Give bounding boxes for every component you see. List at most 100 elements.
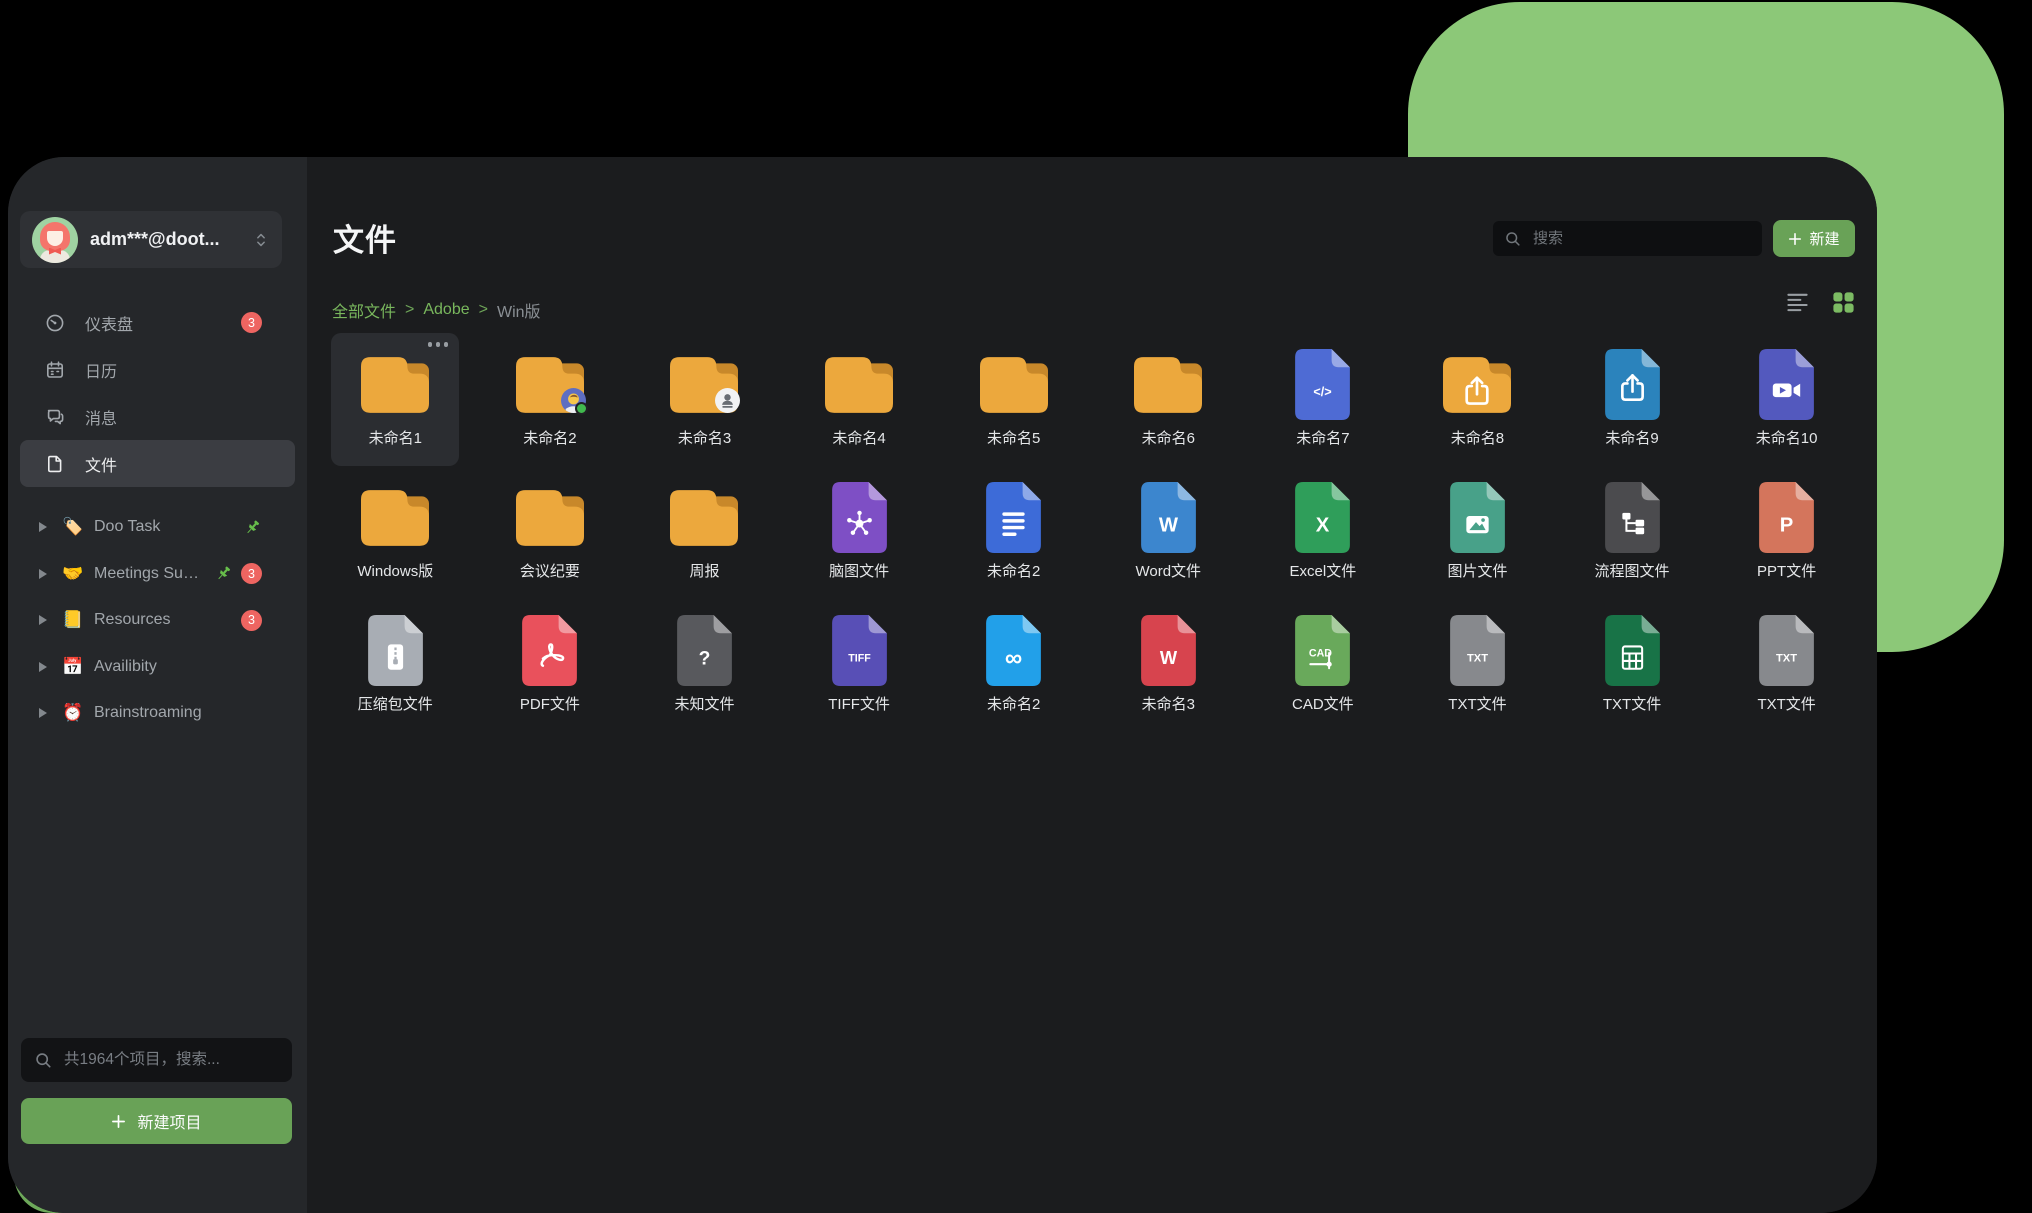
pdf-file-icon [522,615,577,686]
file-icon [45,454,65,474]
svg-text:?: ? [699,648,711,669]
project-label: Availibity [94,658,262,676]
file-label: 未命名2 [523,427,576,448]
search-icon [1505,231,1521,247]
project-row[interactable]: ⏰Brainstroaming [20,690,295,737]
app-window: adm***@doot... 仪表盘3日历消息文件 🏷️Doo Task🤝Mee… [8,157,1877,1213]
new-project-label: 新建项目 [137,1109,201,1133]
file-label: 压缩包文件 [358,693,433,714]
user-account-pill[interactable]: adm***@doot... [20,211,282,268]
project-list: 🏷️Doo Task🤝Meetings Sum...3📒Resources3📅A… [20,504,295,737]
folder-item[interactable]: Windows版 [331,466,459,599]
project-row[interactable]: 📒Resources3 [20,597,295,644]
file-item[interactable]: 脑图文件 [795,466,923,599]
file-item[interactable]: ∞未命名2 [950,599,1078,732]
file-label: 未命名1 [369,427,422,448]
folder-item[interactable]: 未命名2 [486,333,614,466]
project-row[interactable]: 🏷️Doo Task [20,504,295,551]
document-file-icon: TIFF [832,615,887,686]
file-icon-box [950,478,1078,557]
grid-view-icon[interactable] [1831,290,1856,315]
folder-item[interactable]: 未命名4 [795,333,923,466]
shared-user-avatar-badge [561,388,586,413]
breadcrumb-item[interactable]: 全部文件 [332,298,396,322]
sidebar-menu: 仪表盘3 日历消息文件 [20,299,295,487]
file-item[interactable]: 流程图文件 [1568,466,1696,599]
project-search-input[interactable] [62,1050,278,1070]
svg-text:W: W [1160,647,1178,668]
sidebar-item-file[interactable]: 文件 [20,440,295,487]
file-item[interactable]: 压缩包文件 [331,599,459,732]
new-project-button[interactable]: 新建项目 [21,1098,292,1144]
file-item[interactable]: 图片文件 [1413,466,1541,599]
project-label: Brainstroaming [94,704,262,722]
breadcrumb: 全部文件>Adobe>Win版 [332,298,541,322]
file-icon-box [795,478,923,557]
breadcrumb-item[interactable]: Adobe [423,301,469,319]
file-item[interactable]: TXTTXT文件 [1723,599,1851,732]
file-icon-box [1568,345,1696,424]
file-item[interactable]: 未命名10 [1723,333,1851,466]
file-icon-box [486,611,614,690]
folder-item[interactable]: 未命名8 [1413,333,1541,466]
file-label: CAD文件 [1292,693,1354,714]
folder-item[interactable]: 未命名1 [331,333,459,466]
project-row[interactable]: 📅Availibity [20,644,295,691]
file-item[interactable]: 未命名2 [950,466,1078,599]
sidebar-item-calendar[interactable]: 日历 [20,346,295,393]
sidebar: adm***@doot... 仪表盘3 日历消息文件 🏷️Doo Task🤝Mee… [8,157,307,1213]
list-view-icon[interactable] [1785,290,1810,315]
file-label: PPT文件 [1757,560,1816,581]
file-item[interactable]: W 未命名3 [1104,599,1232,732]
file-icon-box [1568,611,1696,690]
file-icon-box [1568,478,1696,557]
file-icon-box [795,345,923,424]
project-label: Doo Task [94,518,235,536]
upload-folder-icon [1443,357,1511,413]
file-item[interactable]: WWord文件 [1104,466,1232,599]
plus-icon [111,1114,126,1129]
file-search-input[interactable] [1531,229,1750,248]
file-item[interactable]: TXT文件 [1568,599,1696,732]
file-icon-box: W [1104,611,1232,690]
expand-caret-icon[interactable] [38,614,48,626]
file-item[interactable]: TIFFTIFF文件 [795,599,923,732]
file-label: 未命名8 [1451,427,1504,448]
file-item[interactable]: </>未命名7 [1259,333,1387,466]
sidebar-item-label: 日历 [85,358,117,382]
flow-file-icon [1605,482,1660,553]
folder-item[interactable]: 周报 [640,466,768,599]
sidebar-item-dashboard[interactable]: 仪表盘3 [20,299,295,346]
file-search[interactable] [1493,221,1762,256]
plus-icon [1788,232,1802,246]
online-dot [575,402,588,415]
file-item[interactable]: CADCAD文件 [1259,599,1387,732]
folder-item[interactable]: 会议纪要 [486,466,614,599]
file-item[interactable]: PDF文件 [486,599,614,732]
file-icon-box [486,478,614,557]
file-icon-box: W [1104,478,1232,557]
project-row[interactable]: 🤝Meetings Sum...3 [20,551,295,598]
file-item[interactable]: 未命名9 [1568,333,1696,466]
user-name: adm***@doot... [90,229,252,250]
expand-caret-icon[interactable] [38,521,48,533]
expand-caret-icon[interactable] [38,661,48,673]
file-item[interactable]: ?未知文件 [640,599,768,732]
folder-icon [825,357,893,413]
folder-item[interactable]: 未命名5 [950,333,1078,466]
folder-item[interactable]: 未命名3 [640,333,768,466]
file-item[interactable]: PPPT文件 [1723,466,1851,599]
new-file-button[interactable]: 新建 [1773,220,1855,257]
project-search[interactable] [21,1038,292,1082]
file-item[interactable]: TXTTXT文件 [1413,599,1541,732]
folder-icon [1134,357,1202,413]
page-title: 文件 [333,215,397,260]
expand-caret-icon[interactable] [38,568,48,580]
file-item[interactable]: XExcel文件 [1259,466,1387,599]
document-file-icon: TXT [1450,615,1505,686]
expand-caret-icon[interactable] [38,707,48,719]
folder-icon [516,490,584,546]
sidebar-item-message[interactable]: 消息 [20,393,295,440]
folder-item[interactable]: 未命名6 [1104,333,1232,466]
file-label: 未命名3 [1142,693,1195,714]
